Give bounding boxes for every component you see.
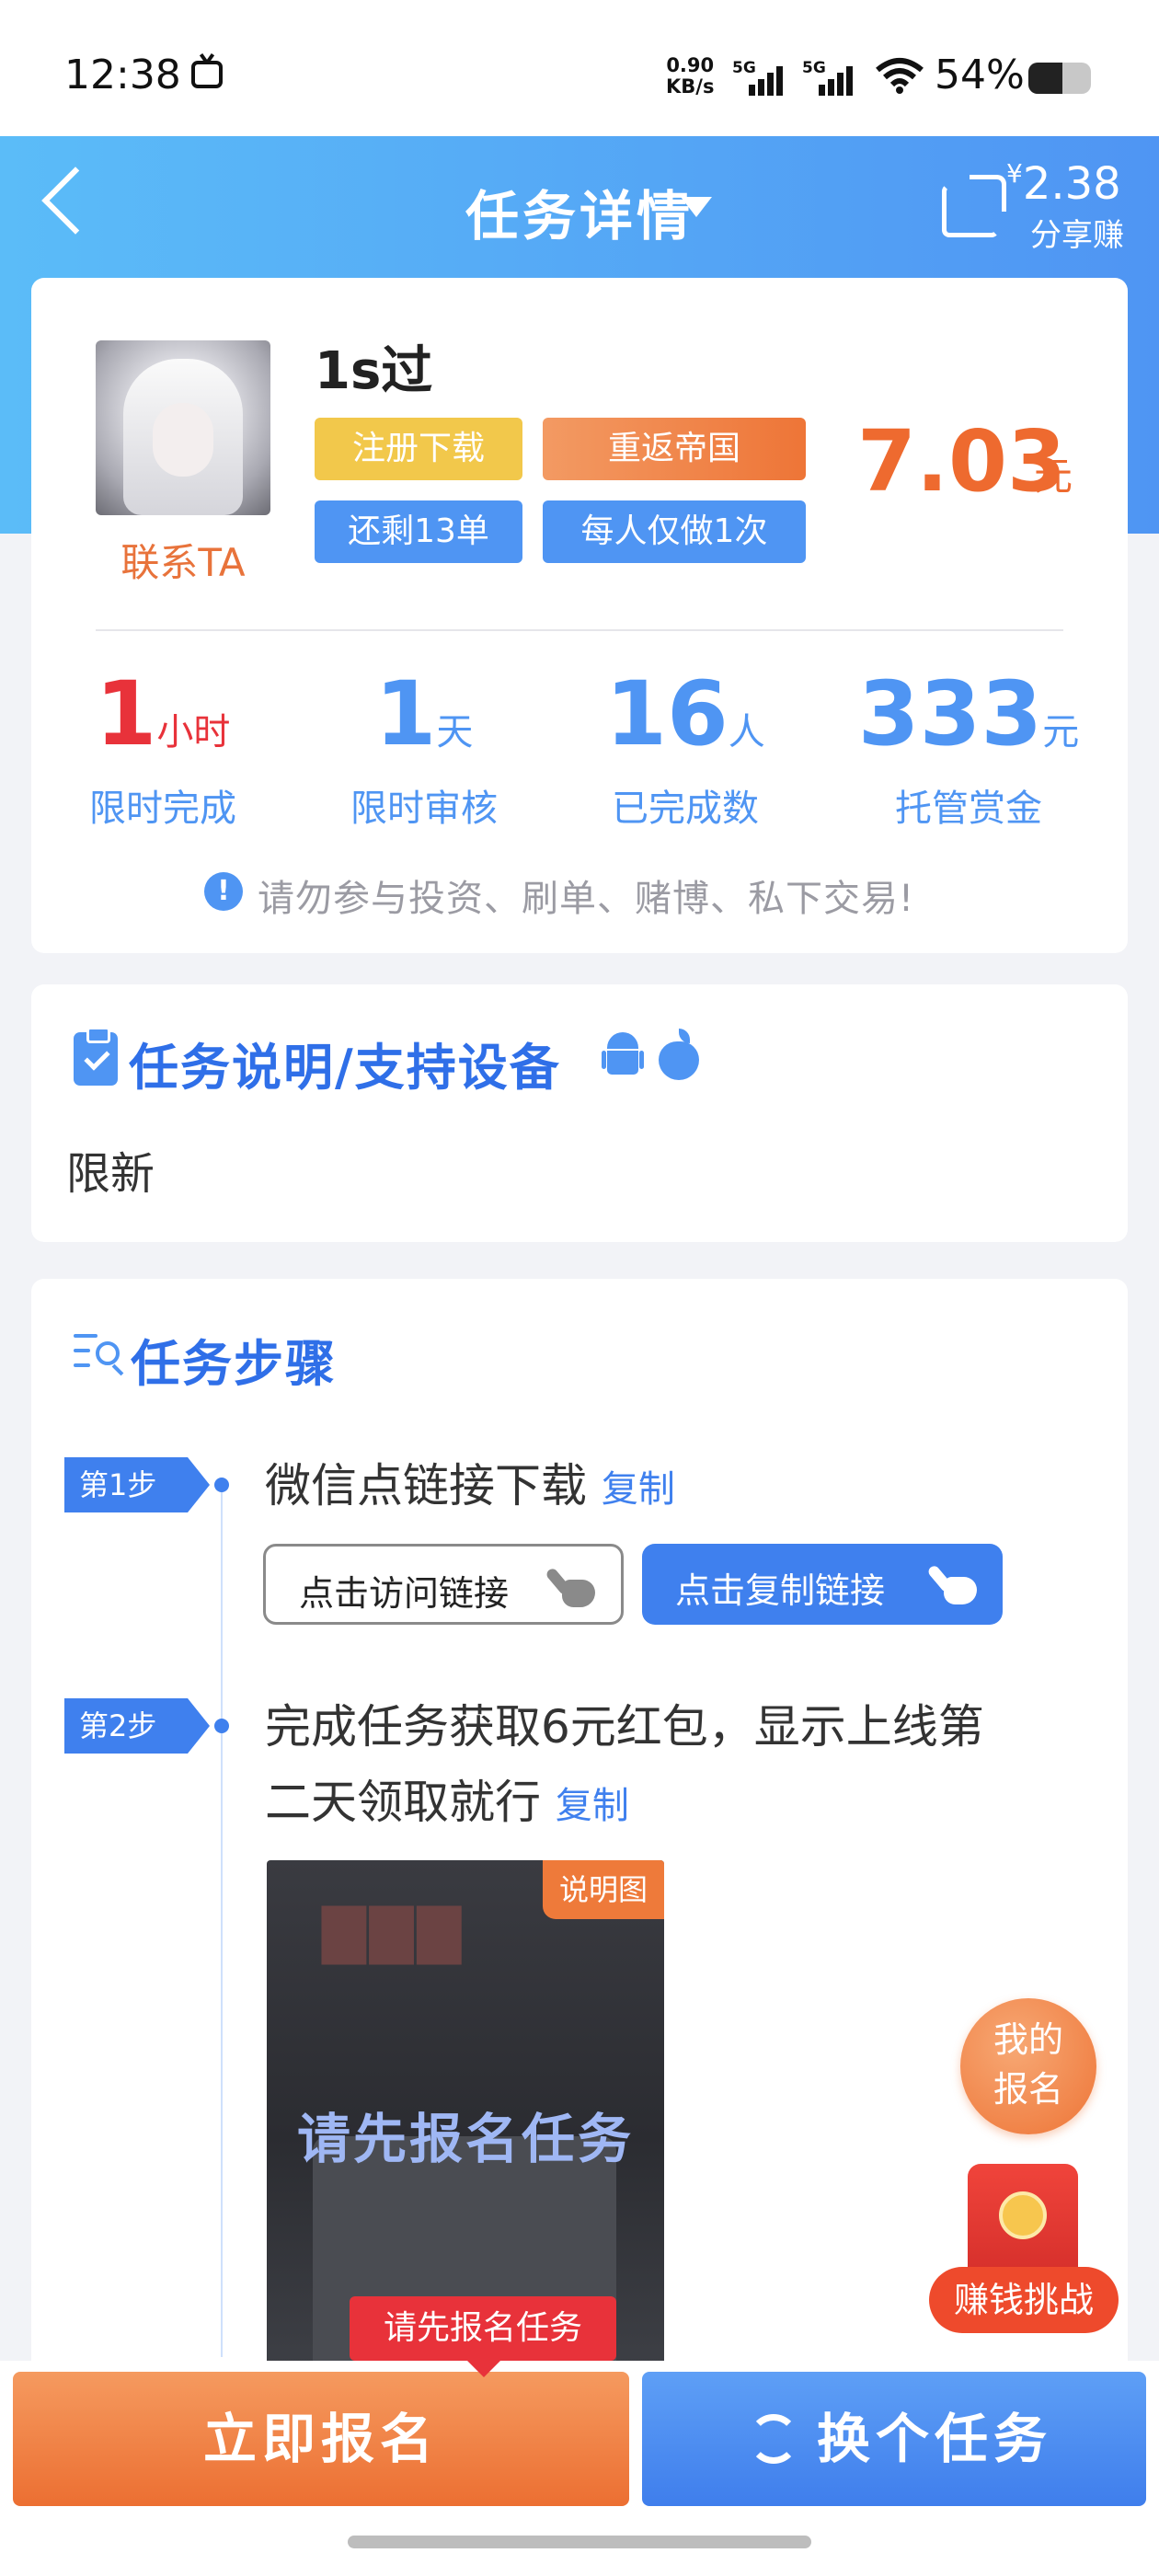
timeline-dot [214, 1719, 229, 1733]
timeline-line [221, 1483, 223, 2357]
tag-once-per-person: 每人仅做1次 [543, 500, 806, 563]
share-currency: ¥ [1006, 158, 1023, 189]
switch-task-label: 换个任务 [817, 2408, 1053, 2470]
caret-down-icon[interactable] [681, 197, 712, 217]
stat-value: 1 [95, 662, 157, 765]
step-text-content: 微信点链接下载 [265, 1459, 587, 1512]
step-text-line2: 二天领取就行 [265, 1776, 541, 1829]
tag-app-name: 重返帝国 [543, 418, 806, 480]
stat-unit: 元 [1042, 711, 1080, 753]
stat-unit: 人 [728, 711, 765, 753]
step-text: 完成任务获取6元红包，显示上线第 二天领取就行 复制 [265, 1689, 1074, 1844]
stat-value: 1 [374, 662, 437, 765]
share-price-value: 2.38 [1022, 158, 1121, 210]
tv-icon [191, 61, 223, 88]
android-icon [602, 1032, 644, 1080]
clipboard-check-icon [74, 1027, 118, 1086]
sim1-label: 5G [732, 59, 756, 77]
refresh-icon [749, 2414, 798, 2464]
stat-value: 16 [605, 662, 729, 765]
net-speed-value: 0.90 [666, 54, 715, 76]
example-image-badge: 说明图 [543, 1860, 664, 1919]
image-overlay-text: 请先报名任务 [296, 2108, 634, 2170]
signal-icon: 5G [802, 59, 854, 96]
tag-remaining: 还剩13单 [315, 500, 522, 563]
my-signup-line2: 报名 [993, 2069, 1063, 2110]
stat-escrow-reward: 333元 托管赏金 [844, 662, 1093, 837]
signup-first-tooltip: 请先报名任务 [350, 2296, 616, 2377]
step-text-line1: 完成任务获取6元红包，显示上线第 [265, 1700, 984, 1754]
example-image[interactable]: ▇▇▇ 6.00 请先报名任务 [267, 1860, 664, 2364]
my-signup-line1: 我的 [993, 2019, 1063, 2060]
stat-unit: 小时 [156, 711, 231, 753]
challenge-label: 赚钱挑战 [929, 2267, 1119, 2333]
stat-label: 限时审核 [350, 788, 498, 830]
image-blur-artwork: ▇▇▇ [322, 1897, 465, 1964]
apple-icon [659, 1029, 699, 1080]
copy-link-label: 点击复制链接 [675, 1570, 886, 1611]
list-search-icon [74, 1330, 127, 1376]
step-text: 微信点链接下载 复制 [265, 1448, 675, 1527]
status-time: 12:38 [64, 52, 181, 98]
stat-time-limit: 1小时 限时完成 [39, 662, 287, 837]
sim2-label: 5G [802, 59, 826, 77]
share-earn-label[interactable]: 分享赚 [1030, 210, 1124, 255]
net-speed: 0.90 KB/s [666, 55, 714, 98]
warning-icon: ! [204, 872, 243, 911]
visit-link-label: 点击访问链接 [299, 1573, 510, 1614]
share-price[interactable]: ¥2.38 [1006, 158, 1121, 210]
step-badge: 第1步 [64, 1457, 210, 1512]
share-arrow-icon[interactable] [970, 175, 1006, 212]
description-text: 限新 [66, 1148, 155, 1200]
red-envelope-icon [968, 2164, 1078, 2283]
avatar[interactable] [96, 340, 270, 515]
home-indicator[interactable] [348, 2536, 811, 2548]
stat-label: 已完成数 [612, 788, 759, 830]
warning-text: 请勿参与投资、刷单、赌博、私下交易! [258, 878, 915, 920]
step-badge: 第2步 [64, 1698, 210, 1754]
pointer-hand-icon [926, 1560, 981, 1608]
pointer-hand-icon [545, 1563, 599, 1611]
divider [96, 629, 1063, 631]
battery-text: 54% [935, 52, 1025, 98]
visit-link-button[interactable]: 点击访问链接 [263, 1544, 624, 1625]
timeline-dot [214, 1478, 229, 1492]
task-name: 1s过 [315, 341, 433, 401]
wifi-icon [874, 57, 925, 104]
copy-text-link[interactable]: 复制 [602, 1468, 675, 1511]
stat-value: 333 [857, 662, 1043, 765]
stat-unit: 天 [436, 711, 474, 753]
signal-icon: 5G [732, 59, 784, 96]
copy-link-button[interactable]: 点击复制链接 [642, 1544, 1003, 1625]
tag-register-download: 注册下载 [315, 418, 522, 480]
steps-title: 任务步骤 [131, 1335, 337, 1393]
battery-fill [1028, 63, 1062, 94]
net-speed-unit: KB/s [666, 75, 715, 98]
stat-label: 限时完成 [89, 788, 236, 830]
my-signup-float-button[interactable]: 我的 报名 [960, 1998, 1096, 2134]
contact-button[interactable]: 联系TA [96, 532, 270, 588]
switch-task-button[interactable]: 换个任务 [642, 2372, 1146, 2506]
earn-challenge-float-button[interactable]: 赚钱挑战 [929, 2164, 1119, 2337]
battery-icon [1028, 63, 1091, 94]
copy-text-link[interactable]: 复制 [556, 1785, 629, 1827]
signup-now-button[interactable]: 立即报名 [13, 2372, 629, 2506]
description-title: 任务说明/支持设备 [129, 1039, 561, 1097]
task-description-card [31, 984, 1128, 1242]
stat-completed-count: 16人 已完成数 [561, 662, 809, 837]
stat-review-limit: 1天 限时审核 [300, 662, 548, 837]
task-price-unit: 元 [1034, 454, 1073, 499]
stat-label: 托管赏金 [895, 788, 1042, 830]
